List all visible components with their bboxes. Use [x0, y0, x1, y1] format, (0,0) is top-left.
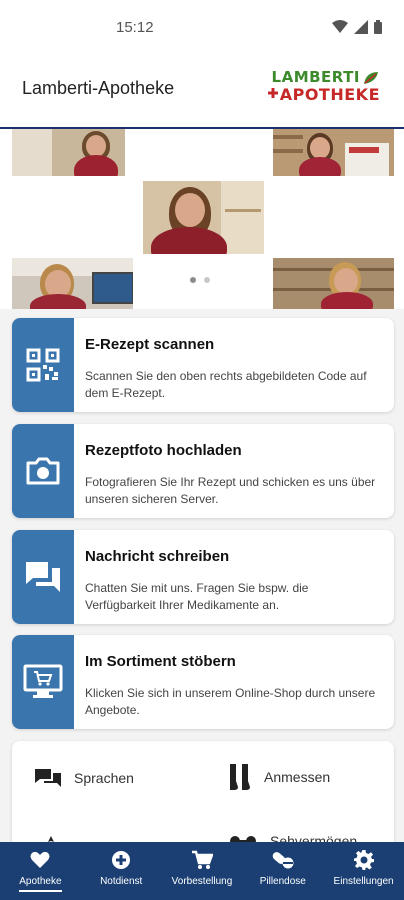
team-photo-3	[143, 181, 264, 254]
status-bar: 15:12	[0, 0, 404, 56]
nav-label: Einstellungen	[333, 876, 394, 887]
nav-tab-pillendose[interactable]: Pillendose	[243, 842, 323, 887]
gear-icon	[353, 850, 374, 870]
card-title: Rezeptfoto hochladen	[85, 442, 242, 459]
logo-line1: LAMBERTI	[271, 68, 360, 86]
photo-carousel[interactable]	[0, 129, 404, 309]
app-bar: Lamberti-Apotheke LAMBERTI APOTHEKE	[0, 56, 404, 129]
camera-icon	[26, 457, 60, 485]
nav-label: Pillendose	[259, 876, 306, 887]
carousel-indicator[interactable]	[190, 277, 210, 283]
team-photo-5	[273, 258, 394, 309]
card-description: Chatten Sie mit uns. Fragen Sie bspw. di…	[85, 581, 309, 612]
card-description: Klicken Sie sich in unserem Online-Shop …	[85, 686, 376, 717]
card-write-message[interactable]: Nachricht schreiben Chatten Sie mit uns.…	[12, 530, 394, 624]
system-icons	[332, 20, 382, 34]
status-time: 15:12	[116, 19, 154, 36]
shop-cart-icon	[23, 664, 63, 698]
carousel-dot-2[interactable]	[204, 277, 210, 283]
speech-icon	[35, 769, 61, 787]
nav-tab-vorbestellung[interactable]: Vorbestellung	[162, 842, 242, 887]
team-photo-4	[12, 258, 133, 309]
logo-line2: APOTHEKE	[279, 85, 380, 104]
nav-label: Vorbestellung	[171, 876, 233, 887]
emergency-icon	[112, 851, 131, 869]
card-prescription-photo[interactable]: Rezeptfoto hochladen Fotografieren Sie I…	[12, 424, 394, 518]
nav-label: Notdienst	[100, 876, 143, 887]
app-title: Lamberti-Apotheke	[22, 78, 175, 98]
card-title: Im Sortiment stöbern	[85, 653, 236, 670]
battery-icon	[374, 20, 382, 34]
signal-icon	[354, 20, 368, 34]
card-browse-shop[interactable]: Im Sortiment stöbern Klicken Sie sich in…	[12, 635, 394, 729]
quick-link-label: Sprachen	[74, 770, 134, 786]
carousel-dot-1[interactable]	[190, 277, 196, 283]
nav-tab-notdienst[interactable]: Notdienst	[81, 842, 161, 887]
team-photo-2	[273, 129, 394, 176]
card-title: E-Rezept scannen	[85, 336, 215, 353]
bottom-navigation: Apotheke Notdienst Vorbestellung Pillend…	[0, 842, 404, 900]
nav-tab-einstellungen[interactable]: Einstellungen	[324, 842, 404, 887]
quick-link-label: Anmessen	[264, 769, 331, 785]
wifi-icon	[332, 20, 348, 33]
pharmacy-cross-icon	[268, 88, 278, 98]
heart-icon	[30, 851, 50, 868]
pills-icon	[272, 852, 294, 869]
stockings-icon	[230, 764, 250, 790]
card-description: Fotografieren Sie Ihr Rezept und schicke…	[85, 475, 376, 506]
card-title: Nachricht schreiben	[85, 548, 230, 565]
quick-link-measure[interactable]: Anmessen	[228, 763, 330, 791]
pharmacy-logo: LAMBERTI APOTHEKE	[268, 70, 380, 106]
nav-tab-apotheke[interactable]: Apotheke	[0, 842, 80, 892]
qr-code-icon	[26, 348, 60, 382]
team-photo-1	[12, 129, 125, 176]
leaf-icon	[364, 72, 378, 84]
card-description: Scannen Sie den oben rechts abgebildeten…	[85, 369, 367, 400]
nav-label: Apotheke	[19, 876, 62, 892]
card-erezept-scan[interactable]: E-Rezept scannen Scannen Sie den oben re…	[12, 318, 394, 412]
chat-icon	[26, 562, 60, 592]
cart-icon	[191, 850, 213, 869]
quick-link-languages[interactable]: Sprachen	[34, 767, 134, 789]
